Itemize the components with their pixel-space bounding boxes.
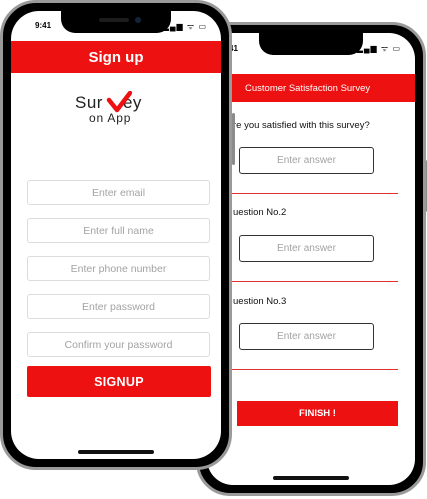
phone-number-field[interactable] (27, 256, 210, 281)
password-field[interactable] (27, 294, 210, 319)
logo-subtitle: on App (89, 111, 132, 125)
home-indicator (273, 476, 349, 480)
divider (227, 281, 398, 282)
phone-notch (259, 33, 363, 55)
divider (227, 369, 398, 370)
question-1-answer-input[interactable] (239, 147, 374, 174)
question-2-answer-input[interactable] (239, 235, 374, 262)
full-name-field[interactable] (27, 218, 210, 243)
signup-screen: 9:41 ▂▄▆ ᯤ ▭ Sign up Surey on App SIGNUP (11, 11, 221, 459)
divider (227, 193, 398, 194)
survey-header: Customer Satisfaction Survey (207, 74, 415, 102)
signup-button[interactable]: SIGNUP (27, 366, 211, 397)
survey-screen: 41 ▂▄▆ ᯤ ▭ Customer Satisfaction Survey … (207, 33, 415, 485)
question-2-label: uestion No.2 (233, 207, 287, 218)
status-icons: ▂▄▆ ᯤ ▭ (356, 44, 401, 53)
question-3-label: uestion No.3 (233, 296, 287, 307)
camera-icon (135, 17, 141, 23)
page-title: Sign up (88, 48, 144, 66)
home-indicator (78, 450, 154, 454)
question-1-label: re you satisfied with this survey? (233, 120, 370, 131)
question-3-answer-input[interactable] (239, 323, 374, 350)
phone-side-button (232, 113, 235, 165)
email-field[interactable] (27, 180, 210, 205)
signup-phone: 9:41 ▂▄▆ ᯤ ▭ Sign up Surey on App SIGNUP (0, 0, 235, 470)
speaker-grille (99, 18, 129, 22)
status-icons: ▂▄▆ ᯤ ▭ (162, 22, 207, 31)
confirm-password-field[interactable] (27, 332, 210, 357)
survey-on-app-logo: Sur ey on App (11, 89, 221, 129)
status-time: 9:41 (35, 21, 52, 30)
survey-title: Customer Satisfaction Survey (245, 82, 371, 94)
phone-notch (61, 11, 171, 33)
signup-header: Sign up (11, 41, 221, 73)
checkmark-icon (106, 91, 132, 113)
finish-button[interactable]: FINISH ! (237, 401, 398, 426)
